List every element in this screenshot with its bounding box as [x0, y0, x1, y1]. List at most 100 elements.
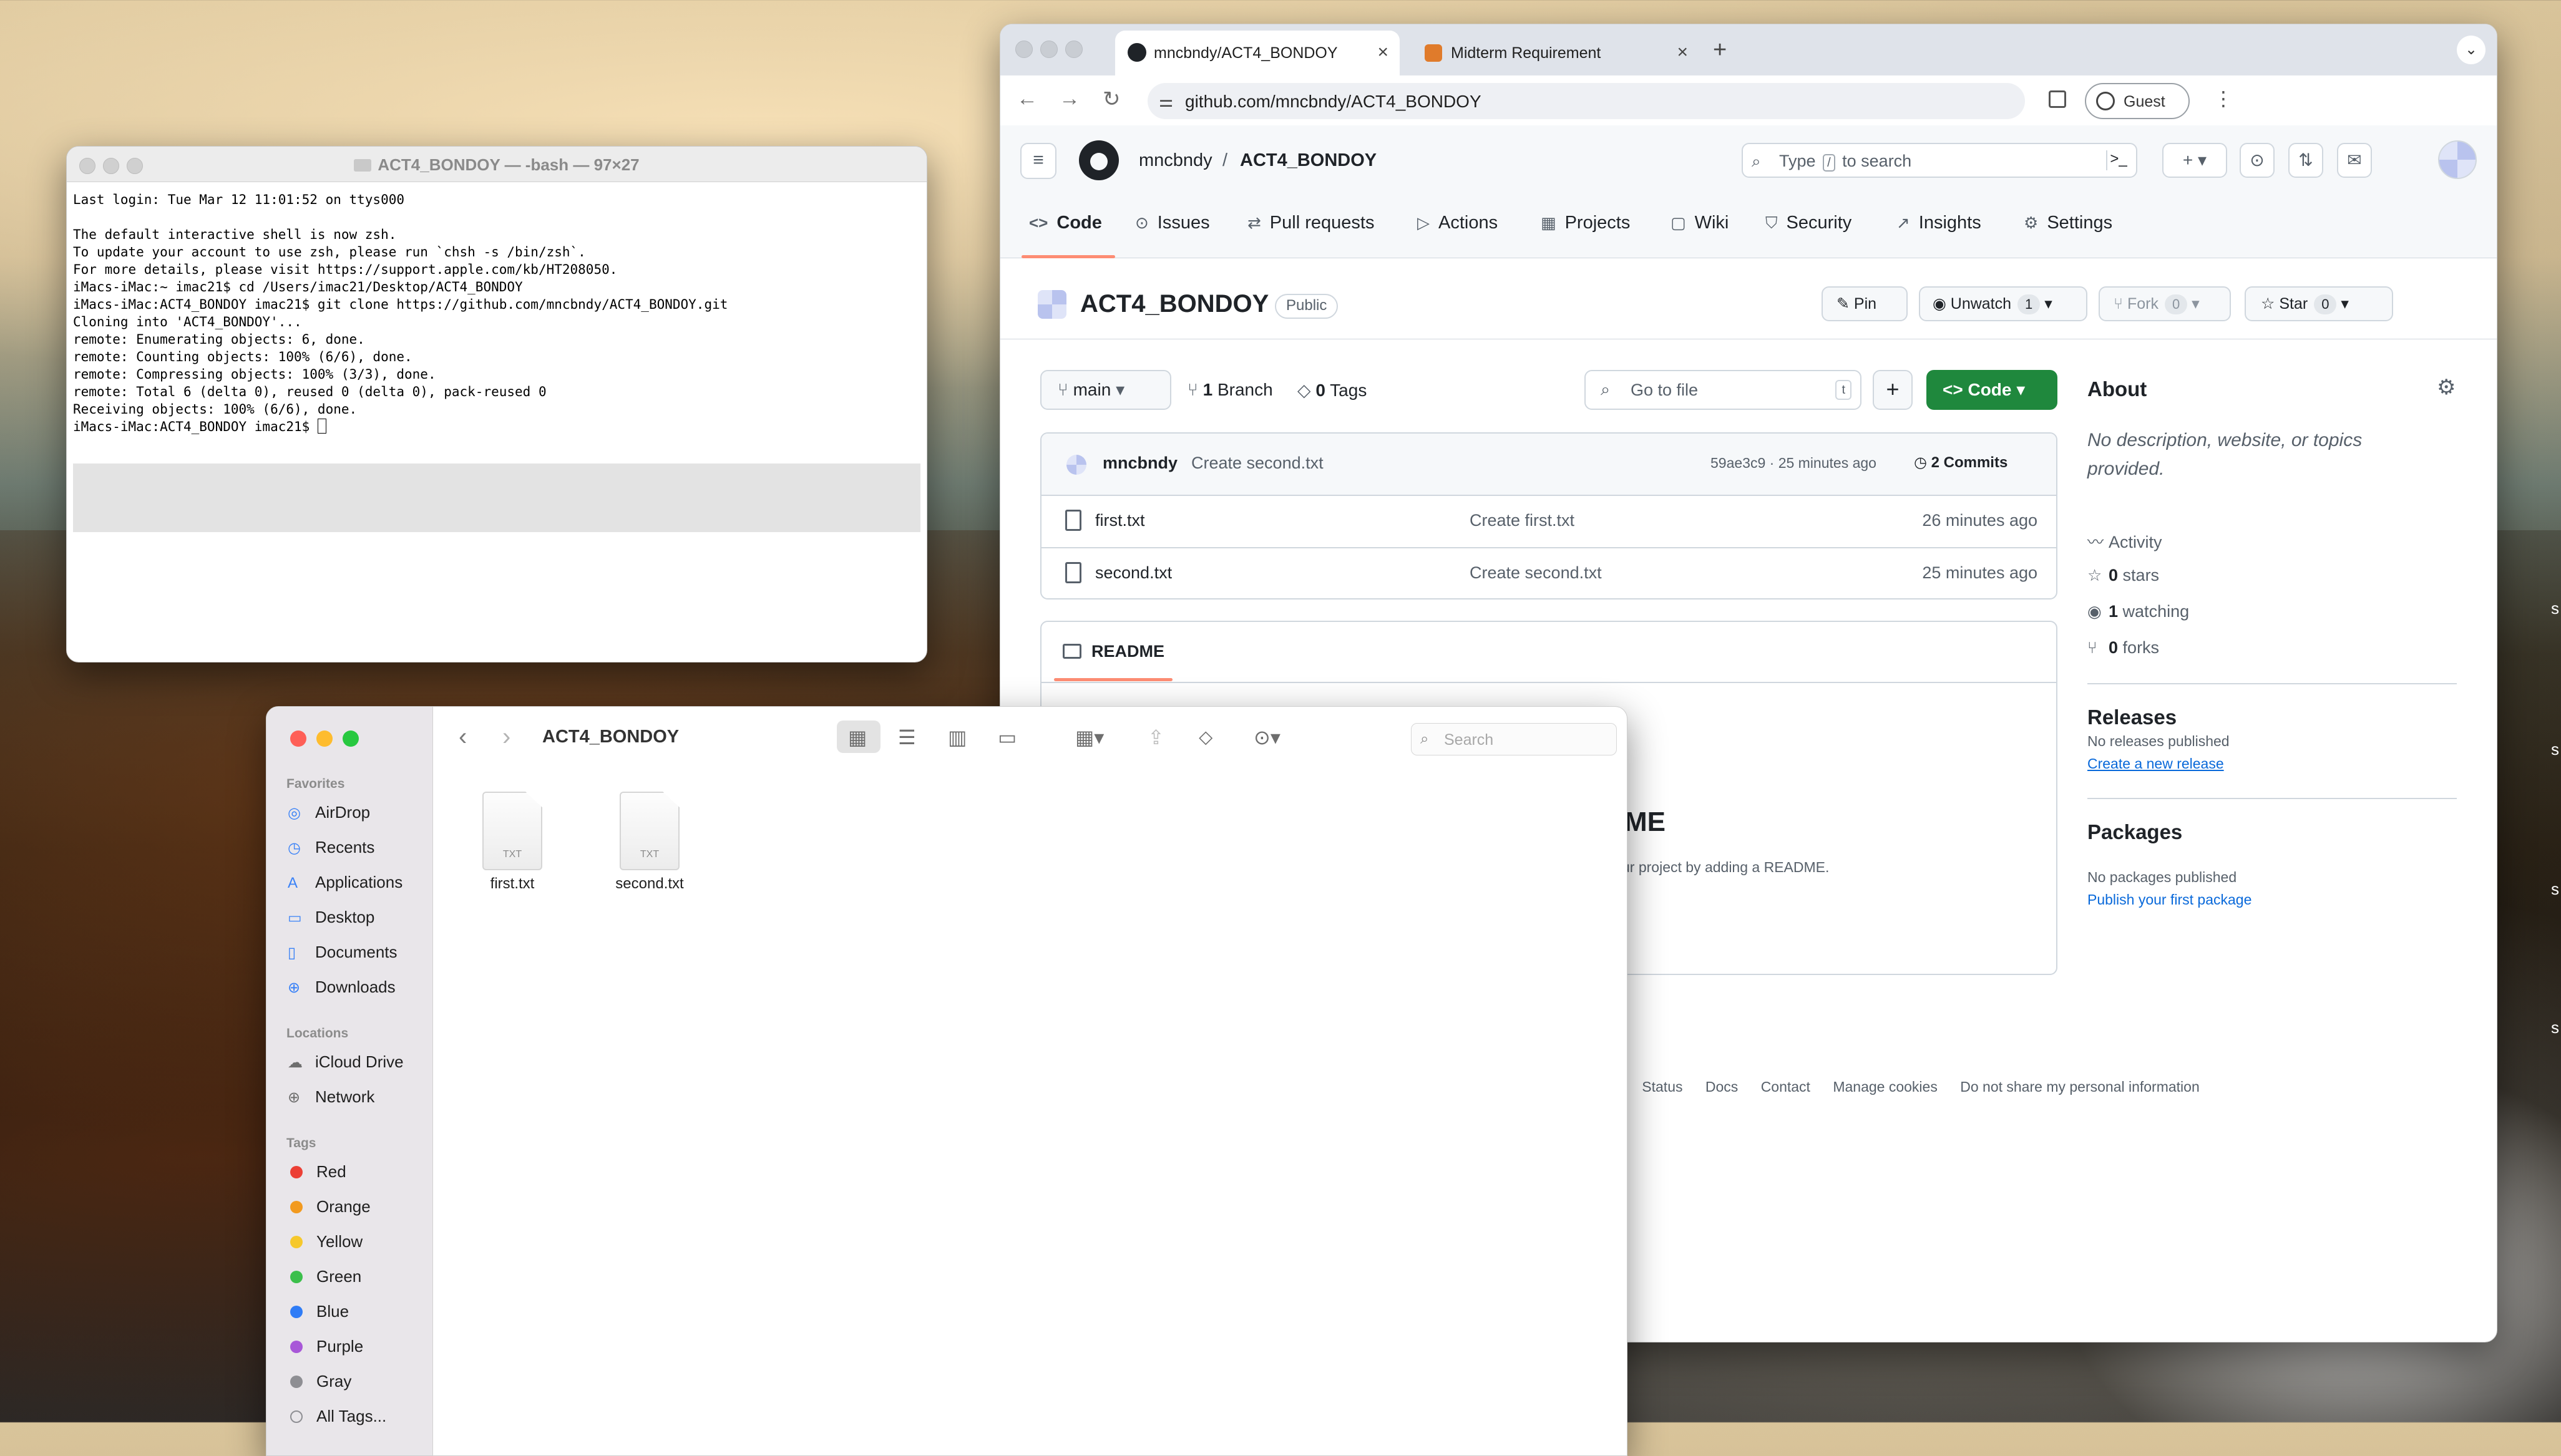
table-row[interactable]: first.txt Create first.txt 26 minutes ag…	[1041, 496, 2056, 548]
tab-midterm-requirement[interactable]: Midterm Requirement ×	[1412, 31, 1699, 75]
forward-chevron-icon[interactable]: ›	[502, 723, 510, 751]
list-view-icon[interactable]: ☰	[898, 726, 916, 749]
publish-package-link[interactable]: Publish your first package	[2087, 891, 2251, 908]
sidebar-item-network[interactable]: ⊕ Network	[288, 1087, 374, 1107]
repo-title[interactable]: ACT4_BONDOY	[1080, 290, 1269, 318]
tab-pull-requests[interactable]: ⇄ Pull requests	[1247, 213, 1374, 233]
repo-owner-link[interactable]: mncbndy	[1139, 150, 1212, 171]
tab-settings[interactable]: ⚙ Settings	[2024, 213, 2112, 233]
tab-close-icon[interactable]: ×	[1677, 42, 1688, 63]
sidebar-item-all-tags[interactable]: All Tags...	[288, 1407, 386, 1426]
code-dropdown-button[interactable]: <> Code ▾	[1926, 370, 2057, 410]
sidebar-item-tag-red[interactable]: Red	[288, 1162, 346, 1182]
terminal-window[interactable]: ACT4_BONDOY — -bash — 97×27 Last login: …	[66, 146, 927, 662]
file-commit-message[interactable]: Create second.txt	[1470, 563, 1602, 583]
commit-author-link[interactable]: mncbndy	[1103, 454, 1178, 473]
address-bar[interactable]: ⚌ github.com/mncbndy/ACT4_BONDOY	[1148, 83, 2025, 119]
address-url[interactable]: github.com/mncbndy/ACT4_BONDOY	[1185, 92, 1481, 112]
add-file-button[interactable]: +	[1873, 370, 1913, 410]
back-arrow-icon[interactable]: ←	[1017, 87, 1038, 111]
tab-actions[interactable]: ▷ Actions	[1417, 213, 1498, 233]
file-commit-message[interactable]: Create first.txt	[1470, 511, 1574, 530]
sidebar-item-downloads[interactable]: ⊕ Downloads	[288, 978, 396, 997]
file-name-link[interactable]: first.txt	[1095, 511, 1145, 530]
tab-search-chevron-icon[interactable]: ⌄	[2457, 36, 2485, 64]
tab-github-repo[interactable]: mncbndy/ACT4_BONDOY ×	[1115, 31, 1400, 75]
sidebar-item-tag-purple[interactable]: Purple	[288, 1337, 363, 1356]
more-menu-icon[interactable]: ⋮	[2213, 87, 2233, 110]
tab-insights[interactable]: ↗ Insights	[1896, 213, 1981, 233]
readme-tab[interactable]: README	[1063, 642, 1164, 661]
footer-link[interactable]: Manage cookies	[1833, 1079, 1938, 1095]
commit-hash-time[interactable]: 59ae3c9 · 25 minutes ago	[1710, 455, 1876, 472]
file-item-name[interactable]: first.txt	[450, 875, 575, 893]
file-name-link[interactable]: second.txt	[1095, 563, 1172, 583]
footer-link[interactable]: Contact	[1761, 1079, 1810, 1095]
search-input[interactable]: ⌕ Type / to search >_	[1742, 143, 2137, 178]
sidebar-item-tag-yellow[interactable]: Yellow	[288, 1232, 363, 1251]
terminal-prompt-line[interactable]: iMacs-iMac:ACT4_BONDOY imac21$	[73, 418, 920, 435]
footer-link[interactable]: Do not share my personal information	[1960, 1079, 2200, 1095]
inbox-icon[interactable]: ✉	[2337, 143, 2372, 178]
tab-projects[interactable]: ▦ Projects	[1541, 213, 1630, 233]
footer-link[interactable]: Status	[1642, 1079, 1682, 1095]
create-release-link[interactable]: Create a new release	[2087, 755, 2224, 772]
star-button[interactable]: ☆ Star 0 ▾	[2245, 286, 2393, 321]
profile-button[interactable]: Guest	[2085, 83, 2190, 119]
gallery-view-icon[interactable]: ▭	[998, 726, 1017, 749]
sidebar-item-desktop[interactable]: ▭ Desktop	[288, 908, 374, 927]
gear-icon[interactable]: ⚙	[2437, 375, 2456, 400]
reload-icon[interactable]: ↻	[1103, 87, 1121, 112]
sidebar-item-documents[interactable]: ▯ Documents	[288, 943, 398, 962]
sidebar-item-applications[interactable]: A Applications	[288, 873, 402, 892]
tab-code[interactable]: <> Code	[1029, 213, 1102, 233]
releases-heading[interactable]: Releases	[2087, 706, 2177, 729]
tab-security[interactable]: ⛉ Security	[1765, 213, 1851, 233]
commit-message-link[interactable]: Create second.txt	[1191, 454, 1324, 473]
menu-icon[interactable]: ≡	[1020, 143, 1056, 179]
zoom-button[interactable]	[1065, 41, 1083, 58]
close-button[interactable]	[290, 730, 306, 747]
minimize-button[interactable]	[1040, 41, 1058, 58]
command-palette-icon[interactable]: >_	[2106, 150, 2130, 170]
tag-icon[interactable]: ⬦	[1199, 726, 1212, 749]
back-chevron-icon[interactable]: ‹	[459, 723, 467, 751]
pin-button[interactable]: ✎ Pin	[1822, 286, 1908, 321]
tab-close-icon[interactable]: ×	[1377, 42, 1388, 63]
search-input[interactable]: ⌕ Search	[1411, 723, 1617, 755]
column-view-icon[interactable]: ▥	[948, 726, 967, 749]
commits-link[interactable]: ◷ 2 Commits	[1914, 454, 2007, 472]
group-by-icon[interactable]: ▦▾	[1075, 726, 1104, 749]
sidebar-item-tag-green[interactable]: Green	[288, 1267, 361, 1286]
sidebar-item-tag-gray[interactable]: Gray	[288, 1372, 351, 1391]
branches-link[interactable]: ⑂ 1 Branch	[1188, 380, 1273, 400]
file-item-icon[interactable]: TXT	[620, 792, 680, 870]
zoom-button[interactable]	[343, 730, 359, 747]
table-row[interactable]: second.txt Create second.txt 25 minutes …	[1041, 548, 2056, 598]
fork-button[interactable]: ⑂ Fork 0 ▾	[2099, 286, 2231, 321]
close-button[interactable]	[1015, 41, 1033, 58]
issues-icon[interactable]: ⊙	[2240, 143, 2275, 178]
activity-link[interactable]: 〰 Activity	[2087, 530, 2162, 553]
side-panel-icon[interactable]	[2049, 90, 2066, 108]
packages-heading[interactable]: Packages	[2087, 820, 2182, 844]
tags-link[interactable]: ◇ 0 Tags	[1297, 380, 1367, 400]
icon-view-icon[interactable]: ▦	[848, 726, 867, 749]
more-actions-icon[interactable]: ⊙▾	[1254, 726, 1280, 749]
forward-arrow-icon[interactable]: →	[1059, 87, 1080, 111]
sidebar-item-tag-blue[interactable]: Blue	[288, 1302, 349, 1321]
terminal-titlebar[interactable]: ACT4_BONDOY — -bash — 97×27	[67, 147, 927, 182]
stars-link[interactable]: ☆ 0 stars	[2087, 566, 2159, 585]
site-settings-icon[interactable]: ⚌	[1159, 92, 1173, 111]
tab-strip[interactable]: mncbndy/ACT4_BONDOY × Midterm Requiremen…	[1000, 24, 2497, 75]
file-item-name[interactable]: second.txt	[587, 875, 712, 893]
terminal-output[interactable]: Last login: Tue Mar 12 11:01:52 on ttys0…	[67, 182, 927, 444]
share-icon[interactable]: ⇪	[1148, 726, 1164, 749]
finder-window[interactable]: Favorites ◎ AirDrop ◷ Recents A Application…	[266, 706, 1627, 1456]
unwatch-button[interactable]: ◉ Unwatch 1 ▾	[1919, 286, 2087, 321]
github-logo-icon[interactable]	[1079, 140, 1119, 180]
sidebar-item-tag-orange[interactable]: Orange	[288, 1197, 371, 1216]
go-to-file-input[interactable]: ⌕ Go to file t	[1584, 370, 1861, 410]
pull-requests-icon[interactable]: ⇅	[2288, 143, 2323, 178]
tab-issues[interactable]: ⊙ Issues	[1135, 213, 1210, 233]
